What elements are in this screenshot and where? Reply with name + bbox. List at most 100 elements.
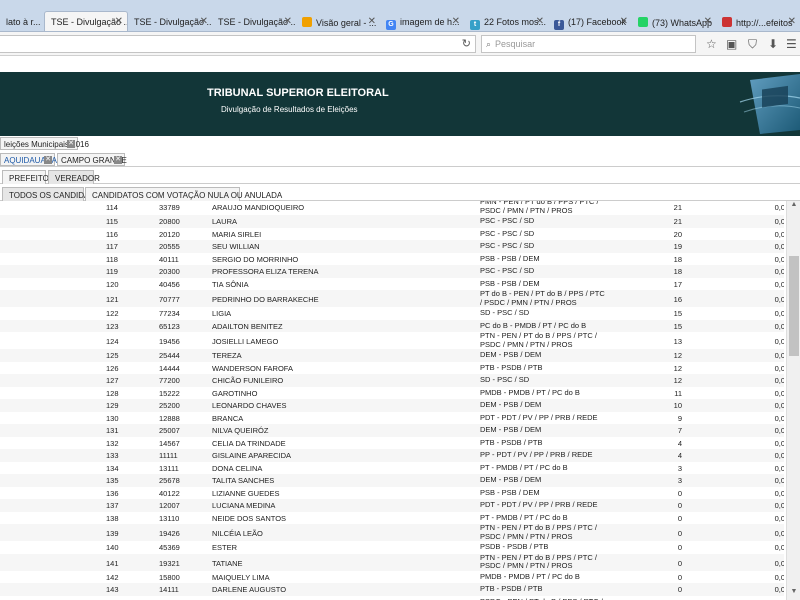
reload-icon[interactable]: ↻ xyxy=(462,37,471,50)
cell-votes: 0 xyxy=(677,513,682,523)
cell-party: PSDB - PSDB / PTB xyxy=(480,542,549,551)
table-row: 119 20300 PROFESSORA ELIZA TERENA PSC - PSC… xyxy=(0,265,784,278)
close-icon[interactable]: ✕ xyxy=(44,156,52,164)
browser-tab[interactable]: (73) WhatsApp ✕ xyxy=(632,12,716,31)
scroll-thumb[interactable] xyxy=(789,256,799,356)
download-icon[interactable]: ⬇ xyxy=(768,37,778,51)
menu-icon[interactable]: ☰ xyxy=(786,37,797,51)
cell-num: 11111 xyxy=(159,451,178,460)
favicon-icon: f xyxy=(554,20,564,30)
cell-pos: 117 xyxy=(106,242,118,251)
reading-list-icon[interactable]: ▣ xyxy=(726,37,737,51)
close-icon[interactable]: ✕ xyxy=(704,16,712,27)
cell-pct: 0,05 % xyxy=(774,351,784,360)
close-icon[interactable]: ✕ xyxy=(536,16,544,27)
cell-votes: 17 xyxy=(673,279,682,289)
cell-pct: 0,02 % xyxy=(774,451,784,460)
close-icon[interactable]: ✕ xyxy=(452,16,460,27)
favicon-icon xyxy=(722,17,732,27)
browser-tab[interactable]: http://...efeitos ✕ xyxy=(716,12,800,31)
search-input[interactable]: ⌕ Pesquisar xyxy=(481,35,696,53)
cell-votes: 10 xyxy=(673,401,682,410)
url-bar[interactable]: ↻ xyxy=(0,35,476,53)
cell-pct: 0,07 % xyxy=(774,279,784,289)
favicon-icon xyxy=(638,17,648,27)
browser-tab[interactable]: TSE - Divulgação ... ✕ xyxy=(128,12,212,31)
cell-pos: 127 xyxy=(106,376,119,385)
browser-tab[interactable]: f (17) Facebook ✕ xyxy=(548,12,632,31)
cell-pct: 0,04 % xyxy=(774,413,784,423)
cell-party: PDT - PDT / PV / PP / PRB / REDE xyxy=(480,500,598,509)
cell-votes: 4 xyxy=(677,451,682,460)
close-icon[interactable]: ✕ xyxy=(67,140,75,148)
cell-name: TIA SÔNIA xyxy=(212,279,249,289)
cell-party: DEM - PSB / DEM xyxy=(480,400,542,409)
cell-party: PDT - PDT / PV / PP / PRB / REDE xyxy=(480,412,598,422)
cell-num: 25678 xyxy=(159,476,180,485)
cell-name: ESTER xyxy=(212,543,238,552)
table-row: 132 14567 CELIA DA TRINDADE PTB - PSDB / PT… xyxy=(0,437,784,450)
tab-city-aquidauana[interactable]: AQUIDAUANA ✕ xyxy=(0,153,57,166)
close-icon[interactable]: ✕ xyxy=(284,16,292,27)
cell-num: 14567 xyxy=(159,438,180,448)
tab-todos-candidatos[interactable]: TODOS OS CANDIDATOS xyxy=(2,187,105,201)
favicon-icon xyxy=(302,17,312,27)
table-row: 142 15800 MAIQUELY LIMA PMDB - PMDB / PT / … xyxy=(0,571,784,584)
tab-city-campo-grande[interactable]: CAMPO GRANDE ✕ xyxy=(57,153,127,166)
tab-candidatos-nula[interactable]: CANDIDATOS COM VOTAÇÃO NULA OU ANULADA xyxy=(85,187,282,201)
close-icon[interactable]: ✕ xyxy=(788,16,796,27)
scroll-up-icon[interactable]: ▲ xyxy=(787,201,800,213)
cell-name: GAROTINHO xyxy=(212,388,258,398)
cell-party: PTB - PSDB / PTB xyxy=(480,584,543,593)
ballot-box-illustration xyxy=(739,74,800,134)
browser-tab[interactable]: Visão geral - ... ✕ xyxy=(296,12,380,31)
cell-num: 14444 xyxy=(159,363,180,373)
cell-pct: 0,01 % xyxy=(774,463,784,473)
cell-party: PSC - PSC / SD xyxy=(480,266,535,275)
cell-pos: 136 xyxy=(106,488,119,498)
close-icon[interactable]: ✕ xyxy=(200,16,208,27)
table-row: 131 25007 NILVA QUEIRÓZ DEM - PSB / DEM 7 0,0… xyxy=(0,424,784,437)
close-icon[interactable]: ✕ xyxy=(368,16,376,27)
table-row: 117 20555 SEU WILLIAN PSC - PSC / SD 19 0,08 … xyxy=(0,240,784,253)
cell-votes: 4 xyxy=(677,438,682,448)
table-row: 133 11111 GISLAINE APARECIDA PP - PDT / PV … xyxy=(0,449,784,462)
browser-tab[interactable]: TSE - Divulgação ... ✕ xyxy=(44,11,128,31)
cell-num: 12888 xyxy=(159,413,180,423)
close-icon[interactable]: ✕ xyxy=(114,156,122,164)
tab-vereador[interactable]: VEREADOR xyxy=(48,170,100,184)
table-row: 114 33789 ARAUJO MANDIOQUEIRO PMN - PEN / P… xyxy=(0,201,784,215)
cell-name: LUCIANA MEDINA xyxy=(212,501,276,510)
close-icon[interactable]: ✕ xyxy=(620,16,628,27)
close-icon[interactable]: ✕ xyxy=(115,16,123,27)
tab-election[interactable]: leições Municipais 2016 ✕ xyxy=(0,137,89,150)
scroll-down-icon[interactable]: ▼ xyxy=(787,588,800,600)
cell-pos: 141 xyxy=(106,558,119,568)
cell-pct: 0,05 % xyxy=(774,376,784,385)
browser-tab[interactable]: t 22 Fotos mos... ✕ xyxy=(464,12,548,31)
cell-pct: 0,03 % xyxy=(774,426,784,435)
shield-icon[interactable]: ⛉ xyxy=(748,37,757,52)
cell-name: SEU WILLIAN xyxy=(212,242,260,251)
cell-votes: 0 xyxy=(677,543,682,552)
browser-tab[interactable]: lato à r... xyxy=(0,12,40,31)
cell-num: 77200 xyxy=(159,376,180,385)
scrollbar[interactable]: ▲ ▼ xyxy=(786,201,800,600)
bookmark-star-icon[interactable]: ☆ xyxy=(706,37,717,51)
cell-pct: 0,06 % xyxy=(774,321,784,331)
cell-party: PTN - PEN / PT do B / PPS / PTC / PSDC /… xyxy=(480,552,597,570)
cell-name: TATIANE xyxy=(212,558,243,568)
table-row: 143 14111 DARLENE AUGUSTO PTB - PSDB / PTB 0… xyxy=(0,583,784,596)
cell-party: PT do B - PEN / PT do B / PPS / PTC / PS… xyxy=(480,289,605,307)
browser-tab[interactable]: Gimagem de h... ✕ xyxy=(380,12,464,31)
browser-tab[interactable]: TSE - Divulgação ... ✕ xyxy=(212,12,296,31)
table-row: 124 19456 JOSIELLI LAMEGO PTN - PEN / PT do… xyxy=(0,331,784,349)
table-row: 138 13110 NEIDE DOS SANTOS PT - PMDB / PT /… xyxy=(0,512,784,525)
results-table: 114 33789 ARAUJO MANDIOQUEIRO PMN - PEN / P… xyxy=(0,201,784,600)
cell-name: DARLENE AUGUSTO xyxy=(212,585,287,594)
browser-tab-bar: lato à r... TSE - Divulgação ... ✕ TSE - Di… xyxy=(0,0,800,32)
tab-prefeito[interactable]: PREFEITO xyxy=(2,170,49,184)
cell-num: 70777 xyxy=(159,295,180,304)
cell-num: 13111 xyxy=(159,463,179,473)
cell-party: PSC - PSC / SD xyxy=(480,241,535,250)
